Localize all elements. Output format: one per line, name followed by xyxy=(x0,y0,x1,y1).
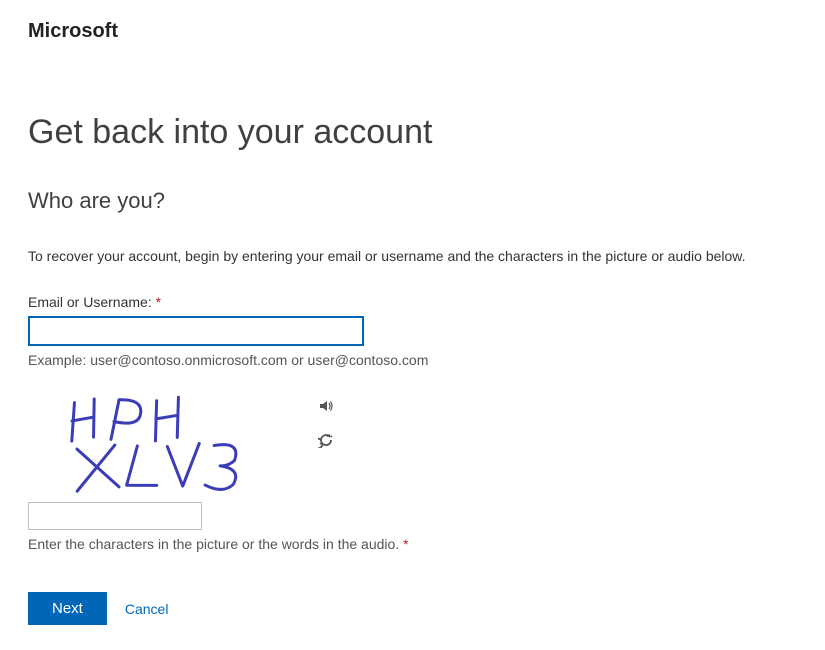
button-row: Next Cancel xyxy=(28,592,825,625)
email-input[interactable] xyxy=(28,316,364,346)
email-label: Email or Username: * xyxy=(28,294,825,310)
captcha-required-marker: * xyxy=(403,536,408,552)
captcha-hint-text: Enter the characters in the picture or t… xyxy=(28,536,399,552)
captcha-input[interactable] xyxy=(28,502,202,530)
captcha-image xyxy=(28,390,298,500)
cancel-button[interactable]: Cancel xyxy=(125,601,169,617)
email-label-text: Email or Username: xyxy=(28,294,152,310)
email-hint: Example: user@contoso.onmicrosoft.com or… xyxy=(28,352,825,368)
captcha-hint: Enter the characters in the picture or t… xyxy=(28,536,825,552)
subtitle: Who are you? xyxy=(28,188,825,214)
required-marker: * xyxy=(156,294,161,310)
speaker-icon[interactable] xyxy=(318,398,334,414)
instruction-text: To recover your account, begin by enteri… xyxy=(28,248,825,264)
captcha-controls xyxy=(318,398,334,448)
captcha-row xyxy=(28,390,825,500)
brand-logo: Microsoft xyxy=(28,20,825,43)
page-title: Get back into your account xyxy=(28,113,825,152)
next-button[interactable]: Next xyxy=(28,592,107,625)
refresh-icon[interactable] xyxy=(318,432,334,448)
